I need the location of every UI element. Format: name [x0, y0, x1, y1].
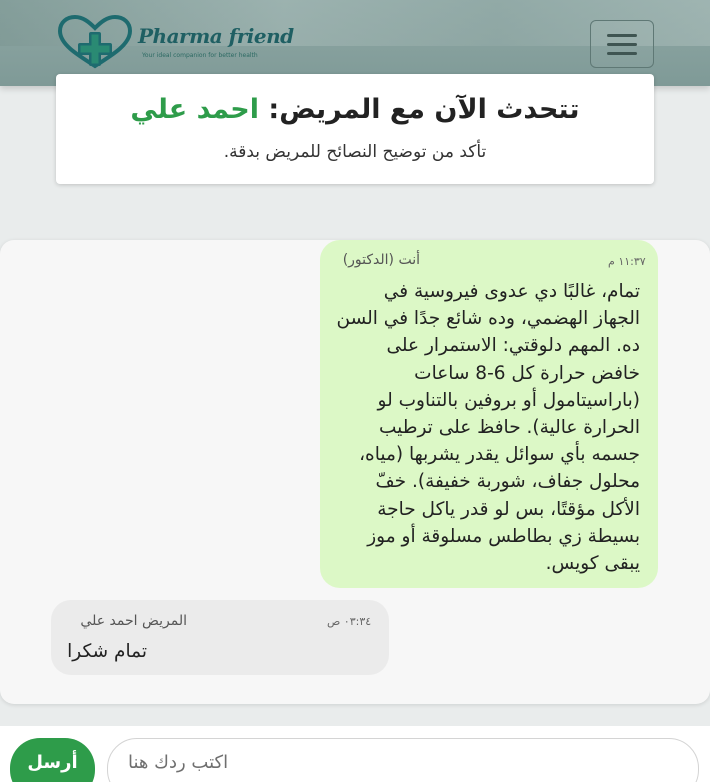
heart-cross-icon — [57, 14, 133, 69]
chat-header-title: تتحدث الآن مع المريض: احمد علي — [56, 94, 654, 125]
hamburger-menu-icon — [607, 51, 637, 55]
title-prefix: تتحدث الآن مع المريض: — [259, 94, 580, 125]
hamburger-menu-icon — [607, 42, 637, 46]
message-time: ١١:٣٧ م — [608, 255, 646, 268]
message-sender: أنت (الدكتور) — [342, 252, 420, 268]
hamburger-menu-button[interactable] — [590, 20, 654, 68]
message-text: تمام، غالبًا دي عدوى فيروسية في الجهاز ا… — [336, 281, 640, 575]
message-composer: أرسل — [0, 726, 710, 782]
brand-name: Pharma friend — [138, 24, 294, 48]
message-text: تمام شكرا — [67, 641, 147, 662]
message-patient: المريض احمد علي ٠٣:٣٤ ص تمام شكرا — [51, 600, 389, 675]
send-button[interactable]: أرسل — [10, 738, 95, 782]
chat-messages-panel[interactable]: أنت (الدكتور) ١١:٣٧ م تمام، غالبًا دي عد… — [0, 240, 710, 704]
reply-input[interactable] — [107, 738, 699, 782]
chat-header-subtitle: تأكد من توضيح النصائح للمريض بدقة. — [223, 142, 487, 162]
patient-name: احمد علي — [130, 94, 259, 125]
message-time: ٠٣:٣٤ ص — [327, 615, 372, 628]
message-sender: المريض احمد علي — [80, 613, 187, 629]
message-doctor: أنت (الدكتور) ١١:٣٧ م تمام، غالبًا دي عد… — [320, 240, 658, 588]
brand-logo[interactable]: Pharma friend Your ideal companion for b… — [56, 14, 294, 70]
chat-header-card: تتحدث الآن مع المريض: احمد علي تأكد من ت… — [56, 74, 654, 184]
brand-tagline: Your ideal companion for better health — [142, 52, 258, 59]
hamburger-menu-icon — [607, 33, 637, 37]
